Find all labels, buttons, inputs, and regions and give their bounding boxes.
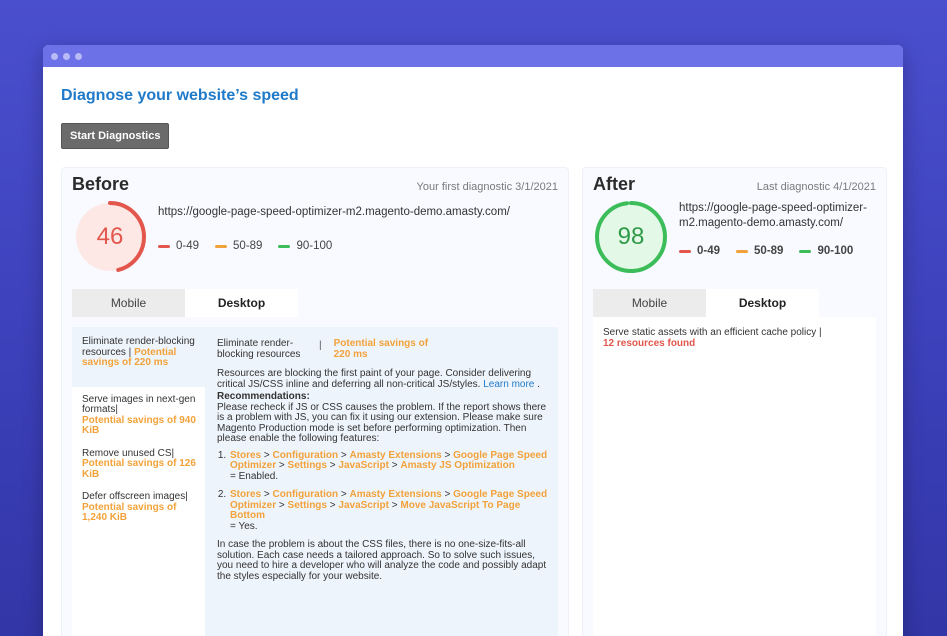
before-score-value: 46 xyxy=(96,223,124,250)
step-item: Stores > Configuration > Amasty Extensio… xyxy=(229,450,548,483)
before-date: Your first diagnostic 3/1/2021 xyxy=(416,181,558,193)
start-diagnostics-button[interactable]: Start Diagnostics xyxy=(61,123,170,149)
after-date: Last diagnostic 4/1/2021 xyxy=(756,181,876,193)
issue-item[interactable]: Serve images in next-gen formats| Potenti… xyxy=(82,394,197,437)
before-legend: 0-49 50-89 90-100 xyxy=(158,240,510,252)
after-title: After xyxy=(593,174,636,194)
learn-more-link[interactable]: Learn more xyxy=(483,379,534,390)
window-dot-icon xyxy=(51,52,58,60)
before-url: https://google-page-speed-optimizer-m2.m… xyxy=(158,206,510,218)
before-score-gauge: 46 xyxy=(72,199,148,275)
legend-green-swatch xyxy=(278,244,291,248)
page-title: Diagnose your website’s speed xyxy=(61,87,299,104)
window-dot-icon xyxy=(63,52,70,60)
before-title: Before xyxy=(72,174,130,194)
after-score-gauge: 98 xyxy=(593,199,669,275)
detail-title: Eliminate render-blocking resources xyxy=(217,338,301,360)
legend-red-swatch xyxy=(158,244,170,248)
after-tab-content: Serve static assets with an efficient ca… xyxy=(593,317,876,636)
after-url: https://google-page-speed-optimizer-m2.m… xyxy=(679,202,867,229)
before-tab-content: Eliminate render-blocking resources | Po… xyxy=(72,327,558,636)
legend-orange-swatch xyxy=(736,249,749,253)
window-titlebar xyxy=(43,45,903,67)
legend-high: 90-100 xyxy=(817,245,854,257)
before-panel: Before Your first diagnostic 3/1/2021 46… xyxy=(61,167,569,636)
after-legend: 0-49 50-89 90-100 xyxy=(679,245,879,257)
detail-savings: Potential savings of 220 ms xyxy=(333,338,429,360)
after-tab-mobile[interactable]: Mobile xyxy=(593,289,706,317)
legend-red-swatch xyxy=(679,249,691,253)
issue-item[interactable]: Remove unused CS| Potential savings of 12… xyxy=(82,448,197,481)
before-tab-desktop[interactable]: Desktop xyxy=(185,289,298,317)
steps-list: Stores > Configuration > Amasty Extensio… xyxy=(217,450,548,533)
legend-orange-swatch xyxy=(215,244,228,248)
recommendations-text: Please recheck if JS or CSS causes the p… xyxy=(217,401,547,444)
issue-item[interactable]: Eliminate render-blocking resources | Po… xyxy=(82,336,197,369)
legend-mid: 50-89 xyxy=(233,240,263,252)
app-window: Diagnose your website’s speed Start Diag… xyxy=(43,45,903,636)
after-tab-desktop[interactable]: Desktop xyxy=(706,289,819,317)
step-item: Stores > Configuration > Amasty Extensio… xyxy=(229,489,548,532)
window-dot-icon xyxy=(75,52,82,60)
before-tab-mobile[interactable]: Mobile xyxy=(72,289,185,317)
legend-green-swatch xyxy=(799,249,812,253)
recommendations-title: Recommendations: xyxy=(217,391,310,402)
after-panel: After Last diagnostic 4/1/2021 98 https:… xyxy=(582,167,887,636)
after-issue-item[interactable]: Serve static assets with an efficient ca… xyxy=(603,327,866,349)
after-score-value: 98 xyxy=(617,223,645,250)
legend-low: 0-49 xyxy=(176,240,200,252)
issue-detail: Eliminate render-blocking resources | Po… xyxy=(205,327,558,636)
issue-item[interactable]: Defer offscreen images| Potential savings… xyxy=(82,491,197,524)
legend-high: 90-100 xyxy=(296,240,333,252)
legend-mid: 50-89 xyxy=(754,245,784,257)
legend-low: 0-49 xyxy=(697,245,721,257)
css-note: In case the problem is about the CSS fil… xyxy=(217,539,547,582)
